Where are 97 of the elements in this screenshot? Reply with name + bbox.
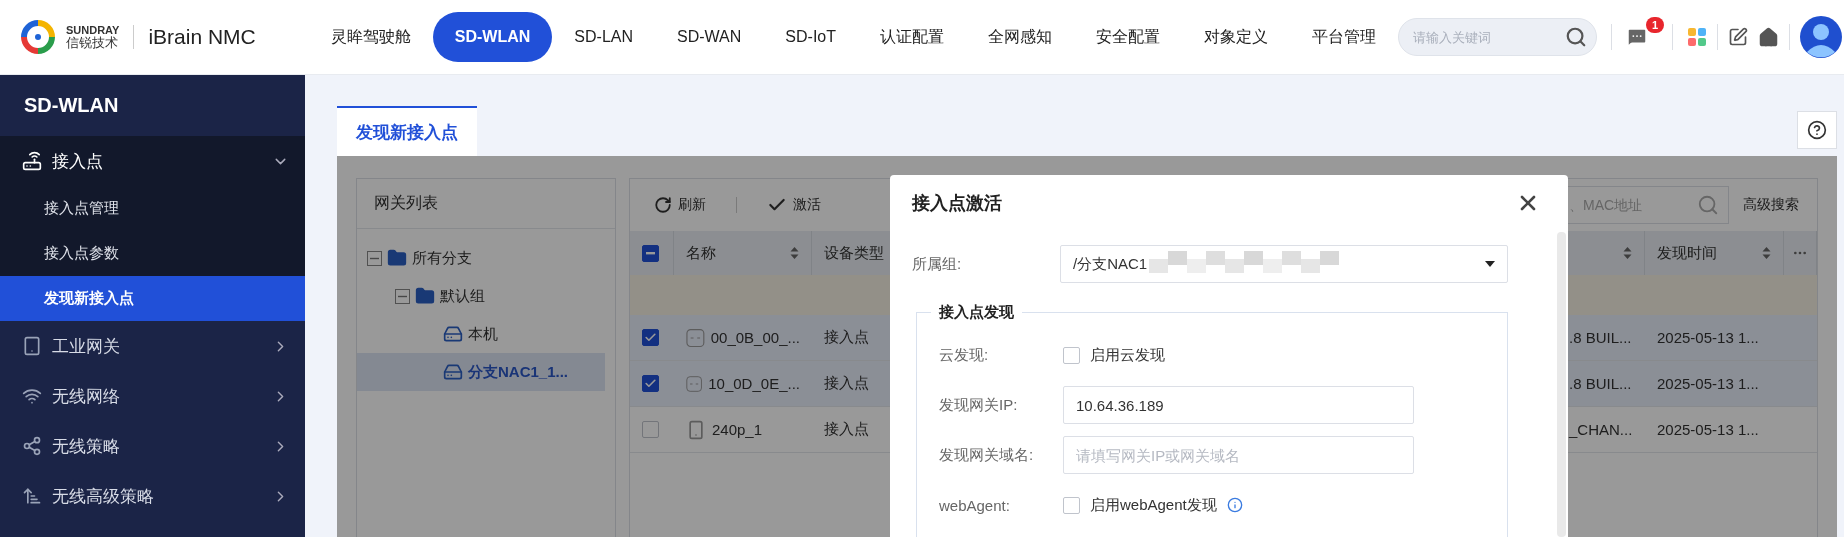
check-icon [644, 377, 657, 390]
refresh-icon [654, 196, 672, 214]
sidebar-group[interactable]: 无线网络 [0, 371, 305, 421]
modal-title: 接入点激活 [912, 192, 1002, 215]
sidebar-item[interactable]: 接入点管理 [0, 186, 305, 231]
toolbar-button[interactable]: 激活 [761, 195, 827, 215]
checkbox[interactable] [1063, 496, 1080, 514]
checkbox[interactable] [642, 329, 659, 346]
sort-icon[interactable] [1623, 246, 1632, 260]
field-label: 云发现: [939, 345, 990, 365]
column-header: 名称 [686, 243, 716, 263]
nav-tab[interactable]: 安全配置 [1074, 12, 1182, 62]
sort-icon[interactable] [1762, 246, 1771, 260]
product-name: iBrain NMC [148, 25, 256, 49]
table-cell: 10_0D_0E_... [708, 375, 800, 392]
table-cell: 接入点 [824, 374, 869, 393]
checkbox[interactable] [642, 375, 659, 392]
router-icon [22, 151, 42, 171]
table-cell: 2025-05-13 1... [1657, 375, 1759, 392]
tablet-icon [22, 336, 42, 356]
tree-item[interactable]: 默认组 [357, 277, 605, 315]
checkbox-option[interactable]: 启用云发现 [1063, 345, 1165, 365]
advanced-search-button[interactable]: 高级搜索 [1743, 196, 1799, 214]
chat-icon[interactable] [1626, 26, 1648, 48]
toolbar-button[interactable]: 刷新 [648, 196, 712, 214]
nav-tab[interactable]: SD-IoT [763, 12, 858, 62]
wifi-icon [22, 386, 42, 406]
tree-item[interactable]: 所有分支 [357, 239, 605, 277]
nav-tab[interactable]: SD-WLAN [432, 12, 553, 62]
table-cell: .8 BUIL... [1569, 329, 1632, 346]
gateway-icon [443, 324, 463, 344]
field-label: webAgent: [939, 496, 1011, 514]
check-icon [644, 331, 657, 344]
folder-icon [387, 248, 407, 268]
table-cell: 接入点 [824, 420, 869, 439]
nav-tab[interactable]: 平台管理 [1290, 12, 1398, 62]
device-icon [686, 373, 703, 394]
folder-icon [415, 286, 435, 306]
caret-icon [1485, 261, 1495, 267]
sidebar-item[interactable]: 发现新接入点 [0, 276, 305, 321]
help-button[interactable] [1797, 111, 1837, 149]
nav-tab[interactable]: SD-LAN [552, 12, 656, 62]
brand-name: SUNDRAY [66, 23, 120, 36]
table-cell: _CHAN... [1569, 421, 1633, 438]
tree-item[interactable]: 本机 [357, 315, 605, 353]
brand-name-chinese: 信锐技术 [66, 35, 119, 51]
sidebar-group[interactable]: 无线策略 [0, 421, 305, 471]
search-field[interactable]: 请输入关键词 [1398, 18, 1597, 56]
dash-icon [646, 251, 655, 255]
help-icon [1807, 120, 1827, 140]
group-select[interactable]: /分支NAC1 [1060, 245, 1508, 283]
nav-tab[interactable]: 灵眸驾驶舱 [308, 12, 433, 62]
sort-arrow-icon [22, 486, 42, 506]
avatar[interactable] [1800, 16, 1842, 58]
table-cell: 00_0B_00_... [710, 329, 800, 346]
home-icon[interactable] [1758, 26, 1779, 48]
field-label: 所属组: [912, 254, 963, 274]
phone-icon [686, 419, 706, 440]
sort-icon[interactable] [790, 246, 799, 260]
checkbox[interactable] [642, 421, 659, 438]
table-cell: 240p_1 [712, 421, 763, 438]
checkbox-option[interactable]: 启用webAgent发现 [1063, 495, 1243, 515]
nav-tab[interactable]: 全网感知 [966, 12, 1074, 62]
checkbox[interactable] [1063, 346, 1080, 364]
table-cell: 2025-05-13 1... [1657, 329, 1759, 346]
nav-tab[interactable]: 认证配置 [858, 12, 966, 62]
collapse-toggle[interactable] [395, 288, 410, 304]
panel-title: 网关列表 [357, 179, 615, 229]
table-cell: 接入点 [824, 328, 869, 347]
gateway-icon [443, 362, 463, 382]
collapse-toggle[interactable] [367, 250, 382, 266]
nav-tab[interactable]: 对象定义 [1182, 12, 1290, 62]
notification-badge: 1 [1646, 17, 1664, 33]
info-icon[interactable] [1226, 497, 1243, 513]
column-header: 设备类型 [824, 243, 884, 263]
edit-icon[interactable] [1728, 27, 1748, 47]
nav-tab[interactable]: SD-WAN [655, 12, 764, 62]
table-cell: .8 BUIL... [1569, 375, 1632, 392]
section-title: 接入点发现 [938, 303, 1015, 322]
sidebar-group[interactable]: 无线高级策略 [0, 471, 305, 521]
column-header: 发现时间 [1657, 243, 1717, 263]
field-label: 发现网关域名: [939, 445, 1035, 465]
nodes-icon [22, 436, 42, 456]
search-icon[interactable] [1565, 26, 1587, 48]
device-icon [686, 327, 705, 348]
input-field[interactable]: 10.64.36.189 [1063, 386, 1414, 424]
logo-icon [18, 17, 58, 57]
field-label: 发现网关IP: [939, 395, 1019, 415]
input-field[interactable]: 请填写网关IP或网关域名 [1063, 436, 1414, 474]
table-cell: 2025-05-13 1... [1657, 421, 1759, 438]
checkbox[interactable] [642, 244, 659, 262]
sidebar-item[interactable]: 接入点参数 [0, 231, 305, 276]
apps-icon[interactable] [1687, 27, 1707, 47]
sidebar-group[interactable]: 接入点 [0, 136, 305, 186]
sidebar-group[interactable]: 工业网关 [0, 321, 305, 371]
sidebar-title: SD-WLAN [23, 93, 120, 118]
page-tab[interactable]: 发现新接入点 [337, 106, 477, 156]
